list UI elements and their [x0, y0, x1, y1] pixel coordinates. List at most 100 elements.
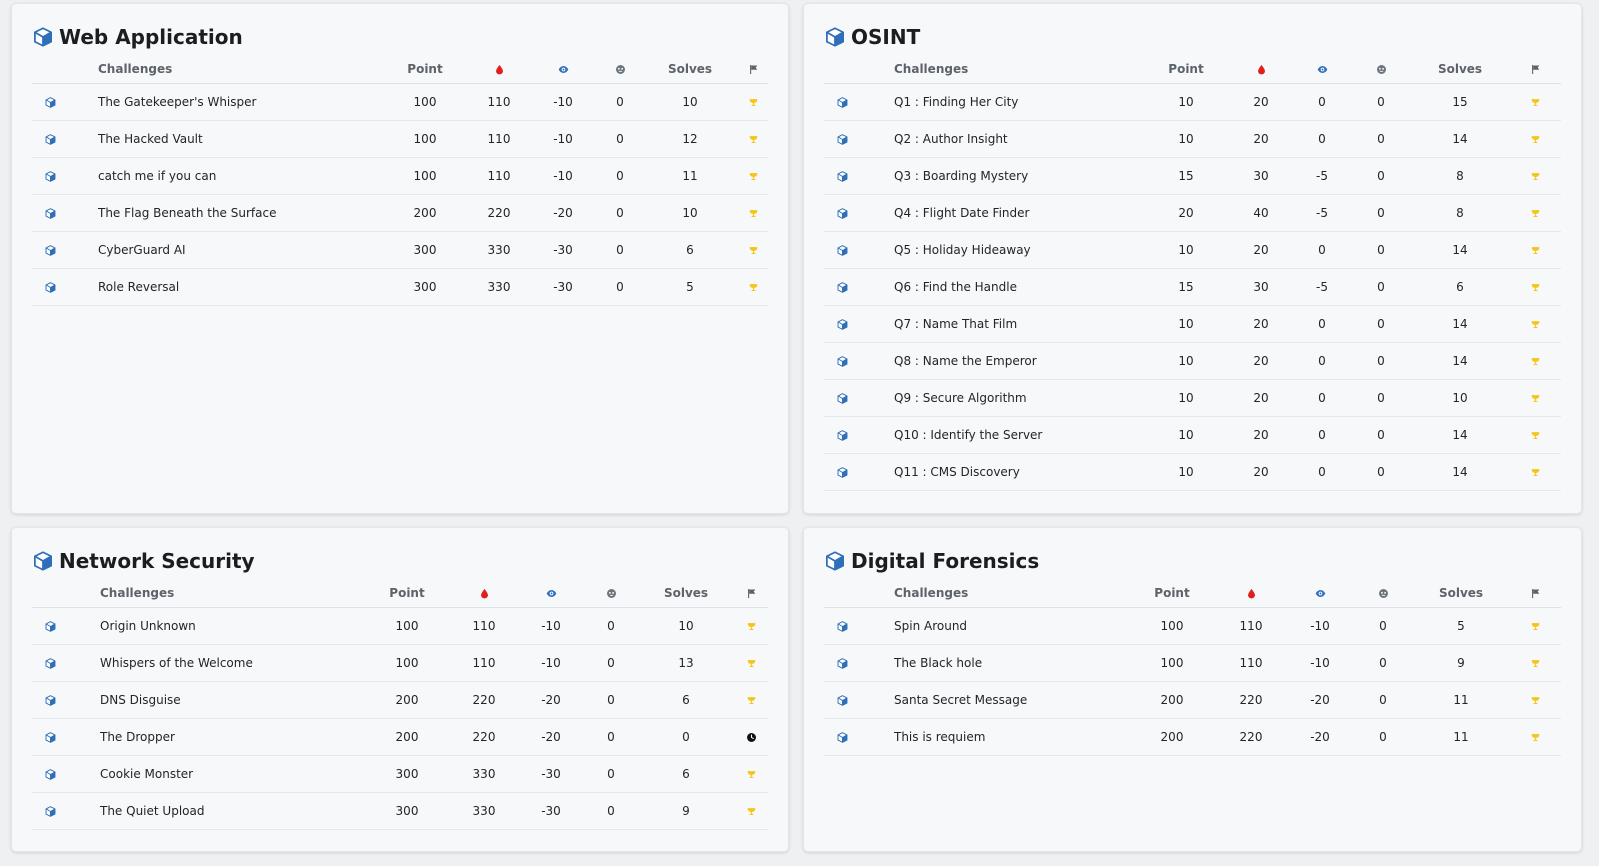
challenge-row-q9-secure-algorithm[interactable]: Q9 : Secure Algorithm 10 20 0 0 10 [824, 379, 1561, 417]
challenge-row-q11-cms-discovery[interactable]: Q11 : CMS Discovery 10 20 0 0 14 [824, 453, 1561, 491]
challenge-name[interactable]: The Gatekeeper's Whisper [68, 83, 379, 121]
header-status[interactable] [1509, 579, 1561, 608]
header-status[interactable] [1509, 55, 1561, 84]
challenge-solves: 10 [638, 607, 734, 645]
header-point[interactable]: Point [1143, 55, 1229, 84]
challenge-name[interactable]: Santa Secret Message [860, 681, 1129, 719]
challenge-name[interactable]: The Flag Beneath the Surface [68, 194, 379, 232]
challenge-row-role-reversal[interactable]: Role Reversal 300 330 -30 0 5 [32, 268, 768, 306]
header-solves[interactable]: Solves [1413, 579, 1509, 608]
challenge-point: 200 [1129, 718, 1215, 756]
challenge-name[interactable]: Whispers of the Welcome [68, 644, 364, 682]
challenge-name[interactable]: CyberGuard AI [68, 231, 379, 269]
header-hint[interactable] [1293, 55, 1351, 84]
challenge-name[interactable]: Q5 : Holiday Hideaway [860, 231, 1143, 269]
challenge-row-dns-disguise[interactable]: DNS Disguise 200 220 -20 0 6 [32, 681, 768, 719]
challenge-row-the-hacked-vault[interactable]: The Hacked Vault 100 110 -10 0 12 [32, 120, 768, 158]
challenge-name[interactable]: Q3 : Boarding Mystery [860, 157, 1143, 195]
panel-title: Web Application [32, 22, 768, 52]
challenge-name[interactable]: The Quiet Upload [68, 792, 364, 830]
challenge-row-q2-author-insight[interactable]: Q2 : Author Insight 10 20 0 0 14 [824, 120, 1561, 158]
header-challenges[interactable]: Challenges [68, 55, 379, 84]
challenge-name[interactable]: Cookie Monster [68, 755, 364, 793]
challenge-status [1509, 644, 1561, 682]
challenge-name[interactable]: This is requiem [860, 718, 1129, 756]
trophy-icon [1530, 621, 1541, 632]
header-first-blood[interactable] [450, 579, 518, 608]
header-ghost[interactable] [1353, 579, 1413, 608]
header-challenges[interactable]: Challenges [860, 55, 1143, 84]
header-first-blood[interactable] [1229, 55, 1293, 84]
eye-icon [546, 588, 557, 599]
challenge-name[interactable]: Origin Unknown [68, 607, 364, 645]
header-challenges[interactable]: Challenges [860, 579, 1129, 608]
challenge-name[interactable]: Q2 : Author Insight [860, 120, 1143, 158]
challenge-name[interactable]: Q1 : Finding Her City [860, 83, 1143, 121]
challenge-row-catch-me-if-you-can[interactable]: catch me if you can 100 110 -10 0 11 [32, 157, 768, 195]
challenge-row-q7-name-that-film[interactable]: Q7 : Name That Film 10 20 0 0 14 [824, 305, 1561, 343]
challenge-row-spin-around[interactable]: Spin Around 100 110 -10 0 5 [824, 607, 1561, 645]
challenge-first-blood: 30 [1229, 268, 1293, 306]
header-first-blood[interactable] [471, 55, 527, 84]
category-panel-network-security: Network Security Challenges Point Solves Ori… [11, 527, 789, 852]
challenge-row-q6-find-the-handle[interactable]: Q6 : Find the Handle 15 30 -5 0 6 [824, 268, 1561, 306]
challenge-name[interactable]: Spin Around [860, 607, 1129, 645]
challenge-name[interactable]: Q9 : Secure Algorithm [860, 379, 1143, 417]
challenge-row-origin-unknown[interactable]: Origin Unknown 100 110 -10 0 10 [32, 607, 768, 645]
challenge-name[interactable]: Q6 : Find the Handle [860, 268, 1143, 306]
header-point[interactable]: Point [379, 55, 471, 84]
challenge-row-q8-name-the-emperor[interactable]: Q8 : Name the Emperor 10 20 0 0 14 [824, 342, 1561, 380]
challenge-row-santa-secret-message[interactable]: Santa Secret Message 200 220 -20 0 11 [824, 681, 1561, 719]
challenge-row-q1-finding-her-city[interactable]: Q1 : Finding Her City 10 20 0 0 15 [824, 83, 1561, 121]
challenge-row-q10-identify-the-server[interactable]: Q10 : Identify the Server 10 20 0 0 14 [824, 416, 1561, 454]
challenge-row-the-dropper[interactable]: The Dropper 200 220 -20 0 0 [32, 718, 768, 756]
header-hint[interactable] [1287, 579, 1353, 608]
challenge-row-q5-holiday-hideaway[interactable]: Q5 : Holiday Hideaway 10 20 0 0 14 [824, 231, 1561, 269]
challenge-row-the-black-hole[interactable]: The Black hole 100 110 -10 0 9 [824, 644, 1561, 682]
header-ghost[interactable] [1351, 55, 1411, 84]
header-solves[interactable]: Solves [641, 55, 739, 84]
challenge-name[interactable]: The Black hole [860, 644, 1129, 682]
header-ghost[interactable] [599, 55, 641, 84]
challenge-status [739, 194, 768, 232]
header-challenges[interactable]: Challenges [68, 579, 364, 608]
challenge-row-whispers-of-the-welcome[interactable]: Whispers of the Welcome 100 110 -10 0 13 [32, 644, 768, 682]
challenge-name[interactable]: Q11 : CMS Discovery [860, 453, 1143, 491]
challenge-name[interactable]: The Hacked Vault [68, 120, 379, 158]
challenge-hint: -10 [1287, 607, 1353, 645]
challenge-name[interactable]: Role Reversal [68, 268, 379, 306]
challenge-solves: 6 [638, 681, 734, 719]
header-point[interactable]: Point [1129, 579, 1215, 608]
challenge-name[interactable]: Q10 : Identify the Server [860, 416, 1143, 454]
challenge-row-the-flag-beneath-the-surface[interactable]: The Flag Beneath the Surface 200 220 -20 0 10 [32, 194, 768, 232]
header-hint[interactable] [527, 55, 599, 84]
challenge-row-q4-flight-date-finder[interactable]: Q4 : Flight Date Finder 20 40 -5 0 8 [824, 194, 1561, 232]
header-solves[interactable]: Solves [638, 579, 734, 608]
header-first-blood[interactable] [1215, 579, 1287, 608]
challenge-row-q3-boarding-mystery[interactable]: Q3 : Boarding Mystery 15 30 -5 0 8 [824, 157, 1561, 195]
trophy-icon [748, 208, 759, 219]
header-ghost[interactable] [584, 579, 638, 608]
challenge-name[interactable]: Q8 : Name the Emperor [860, 342, 1143, 380]
header-icon-cell [32, 55, 68, 84]
trophy-icon [1530, 467, 1541, 478]
challenge-name[interactable]: The Dropper [68, 718, 364, 756]
header-hint[interactable] [518, 579, 584, 608]
cube-icon [837, 244, 848, 256]
challenge-row-the-quiet-upload[interactable]: The Quiet Upload 300 330 -30 0 9 [32, 792, 768, 830]
challenge-name[interactable]: Q7 : Name That Film [860, 305, 1143, 343]
challenge-row-this-is-requiem[interactable]: This is requiem 200 220 -20 0 11 [824, 718, 1561, 756]
header-status[interactable] [739, 55, 768, 84]
challenge-name[interactable]: Q4 : Flight Date Finder [860, 194, 1143, 232]
trophy-icon [1530, 97, 1541, 108]
challenge-first-blood: 330 [450, 792, 518, 830]
challenge-name[interactable]: catch me if you can [68, 157, 379, 195]
challenge-solves: 14 [1411, 120, 1509, 158]
challenge-row-cookie-monster[interactable]: Cookie Monster 300 330 -30 0 6 [32, 755, 768, 793]
challenge-row-cyberguard-ai[interactable]: CyberGuard AI 300 330 -30 0 6 [32, 231, 768, 269]
challenge-name[interactable]: DNS Disguise [68, 681, 364, 719]
header-point[interactable]: Point [364, 579, 450, 608]
challenge-row-the-gatekeeper-s-whisper[interactable]: The Gatekeeper's Whisper 100 110 -10 0 10 [32, 83, 768, 121]
header-solves[interactable]: Solves [1411, 55, 1509, 84]
header-status[interactable] [734, 579, 768, 608]
